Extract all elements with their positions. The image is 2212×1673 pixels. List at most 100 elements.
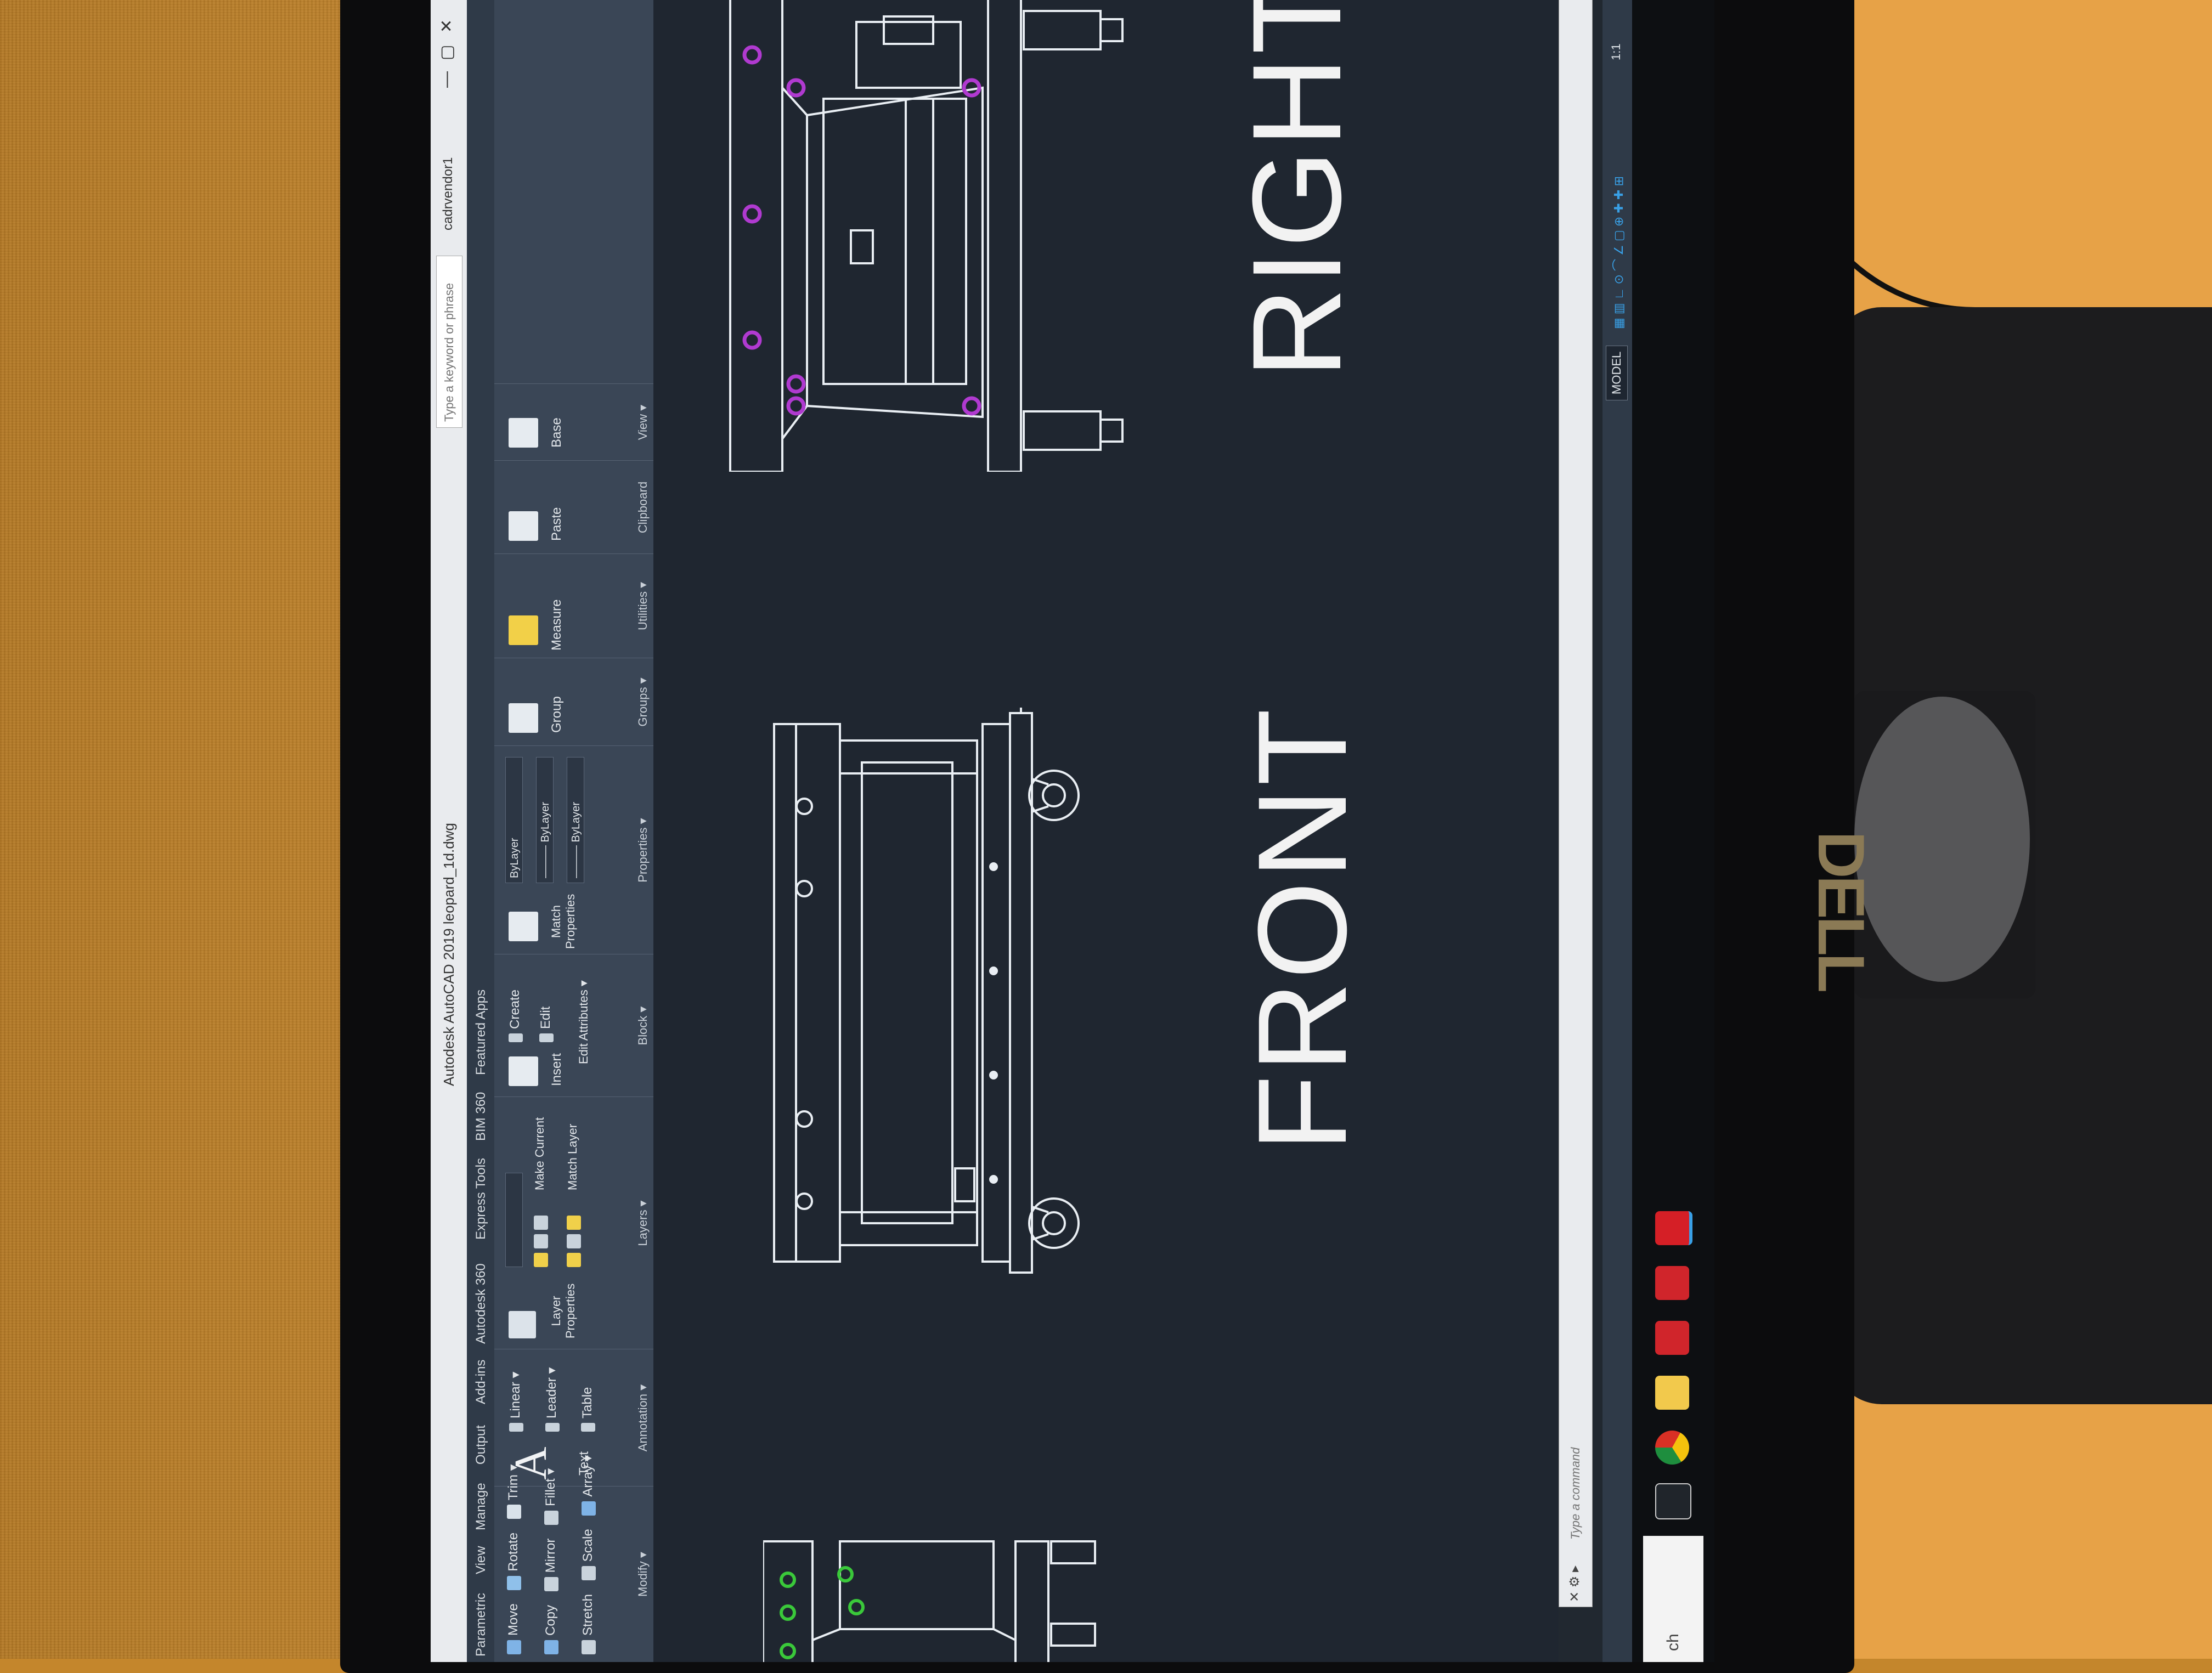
layer-walk-icon[interactable] (566, 1216, 581, 1230)
layer-properties-icon (509, 1311, 536, 1338)
leader-button[interactable]: Leader ▾ (544, 1367, 560, 1432)
layer-isolate-icon[interactable] (566, 1253, 581, 1267)
tab-bim-360[interactable]: BIM 360 (473, 1092, 489, 1141)
lineweight-dropdown[interactable]: ——— ByLayer (567, 757, 584, 883)
stretch-button[interactable]: Stretch (580, 1594, 596, 1654)
layer-properties-button[interactable]: Layer Properties (549, 1278, 578, 1344)
clipboard-panel: Paste Clipboard (494, 460, 653, 554)
block-panel: Insert Create Edit Edit Attributes ▾ Blo… (494, 954, 653, 1097)
linetype-dropdown[interactable]: ——— ByLayer (536, 757, 554, 883)
paste-icon (509, 511, 538, 541)
text-tool-label[interactable]: Text (577, 1451, 592, 1476)
fillet-icon (544, 1510, 558, 1525)
tab-parametric[interactable]: Parametric (473, 1593, 489, 1657)
create-block-button[interactable]: Create (507, 990, 523, 1042)
user-account[interactable]: cadrvendor1 (441, 157, 456, 230)
annotation-panel: A Text Linear ▾ Leader ▾ Table Annotatio… (494, 1349, 653, 1487)
utilities-panel-label[interactable]: Utilities ▾ (636, 554, 650, 658)
layers-panel: Layer Properties Make Current Match Laye… (494, 1097, 653, 1349)
base-view-button[interactable]: Base (549, 417, 565, 448)
properties-panel-label[interactable]: Properties ▾ (636, 746, 650, 954)
mirror-button[interactable]: Mirror (543, 1539, 558, 1592)
edit-attributes-button[interactable]: Edit Attributes ▾ (577, 980, 591, 1064)
drawing-canvas[interactable]: FRONT RIGHT (653, 0, 1559, 1662)
task-view-icon[interactable] (1655, 1483, 1691, 1519)
linear-dimension-icon (509, 1423, 523, 1432)
monitor-brand-logo: DELL (1769, 831, 1879, 990)
monitor-stand-disc (1854, 697, 2030, 982)
layer-lock-icon[interactable] (533, 1216, 548, 1230)
modify-panel: Move Rotate Trim ▾ Copy Mirror Fillet ▾ … (494, 1455, 653, 1662)
help-search-input[interactable] (436, 256, 462, 428)
autocad-icon[interactable] (1655, 1211, 1692, 1245)
tab-featured-apps[interactable]: Featured Apps (473, 990, 489, 1075)
stretch-icon (581, 1640, 596, 1654)
match-layer-button[interactable]: Match Layer (566, 1124, 580, 1190)
front-view-drawing (773, 708, 1080, 1274)
group-icon (509, 703, 538, 733)
leader-icon (545, 1423, 560, 1432)
annotation-scale[interactable]: 1:1 (1609, 43, 1623, 60)
model-space-button[interactable]: MODEL (1606, 345, 1628, 400)
view-panel: Base View ▾ (494, 383, 653, 461)
modify-panel-label[interactable]: Modify ▾ (636, 1487, 650, 1662)
rotate-icon (506, 1575, 521, 1590)
solidworks-2-icon[interactable] (1655, 1266, 1689, 1300)
measure-icon (509, 615, 538, 645)
file-explorer-icon[interactable] (1655, 1376, 1689, 1410)
tab-express-tools[interactable]: Express Tools (473, 1158, 489, 1240)
block-panel-label[interactable]: Block ▾ (636, 954, 650, 1097)
command-line-buttons[interactable]: ✕ ⚙ ▸ (1567, 1565, 1583, 1602)
layer-dropdown[interactable] (505, 1173, 523, 1267)
utilities-panel: Measure Utilities ▾ (494, 553, 653, 658)
minimize-button[interactable]: — (437, 71, 456, 88)
layer-freeze-icon[interactable] (533, 1234, 548, 1248)
maximize-button[interactable]: ▢ (437, 45, 456, 60)
tab-output[interactable]: Output (473, 1425, 489, 1465)
command-input[interactable] (1564, 58, 1588, 1541)
tab-manage[interactable]: Manage (473, 1483, 489, 1530)
text-tool-icon[interactable]: A (504, 1446, 557, 1480)
view-panel-label[interactable]: View ▾ (636, 384, 650, 461)
rotate-button[interactable]: Rotate (506, 1533, 521, 1590)
measure-button[interactable]: Measure (549, 600, 565, 651)
make-current-button[interactable]: Make Current (533, 1117, 547, 1190)
right-view-label: RIGHT (1226, 0, 1367, 378)
tab-autodesk-360[interactable]: Autodesk 360 (473, 1263, 489, 1344)
move-button[interactable]: Move (506, 1603, 521, 1654)
edit-block-button[interactable]: Edit (538, 1007, 554, 1042)
color-dropdown[interactable]: ByLayer (505, 757, 523, 883)
tab-view[interactable]: View (473, 1546, 489, 1574)
layer-off-icon[interactable] (566, 1234, 581, 1248)
close-button[interactable]: ✕ (437, 19, 456, 33)
layers-panel-label[interactable]: Layers ▾ (636, 1097, 650, 1349)
title-bar: Autodesk AutoCAD 2019 leopard_1d.dwg cad… (431, 0, 467, 1662)
create-block-icon (508, 1033, 523, 1042)
insert-block-button[interactable]: Insert (549, 1053, 565, 1086)
tab-add-ins[interactable]: Add-ins (473, 1360, 489, 1404)
taskbar-search[interactable]: ch (1643, 1536, 1703, 1662)
table-button[interactable]: Table (580, 1387, 595, 1432)
front-view-label: FRONT (1232, 706, 1373, 1152)
group-button[interactable]: Group (549, 696, 565, 733)
groups-panel-label[interactable]: Groups ▾ (636, 658, 650, 746)
edit-block-icon (539, 1033, 554, 1042)
solidworks-icon[interactable] (1655, 1321, 1689, 1355)
ribbon-tab-bar: Parametric View Manage Output Add-ins Au… (467, 0, 494, 1662)
layer-state-icon[interactable] (533, 1253, 548, 1267)
copy-icon (544, 1640, 558, 1654)
linear-dimension-button[interactable]: Linear ▾ (507, 1372, 523, 1432)
clipboard-panel-label[interactable]: Clipboard (636, 461, 650, 554)
properties-panel: Match Properties ByLayer ——— ByLayer ———… (494, 745, 653, 954)
status-toggles-icon[interactable]: ▦ ▥ ∟ ⊙ ⌒ ∠ ▢ ⊕ ✚ ✚ ⊞ (1609, 176, 1627, 329)
copy-button[interactable]: Copy (543, 1605, 558, 1654)
chrome-icon[interactable] (1655, 1431, 1689, 1465)
paste-button[interactable]: Paste (549, 507, 565, 541)
scale-button[interactable]: Scale (580, 1529, 596, 1581)
annotation-panel-label[interactable]: Annotation ▾ (636, 1349, 650, 1487)
groups-panel: Group Groups ▾ (494, 658, 653, 746)
table-icon (580, 1423, 595, 1432)
move-icon (506, 1640, 521, 1654)
window-title: Autodesk AutoCAD 2019 leopard_1d.dwg (441, 823, 457, 1086)
match-properties-button[interactable]: Match Properties (549, 894, 578, 949)
